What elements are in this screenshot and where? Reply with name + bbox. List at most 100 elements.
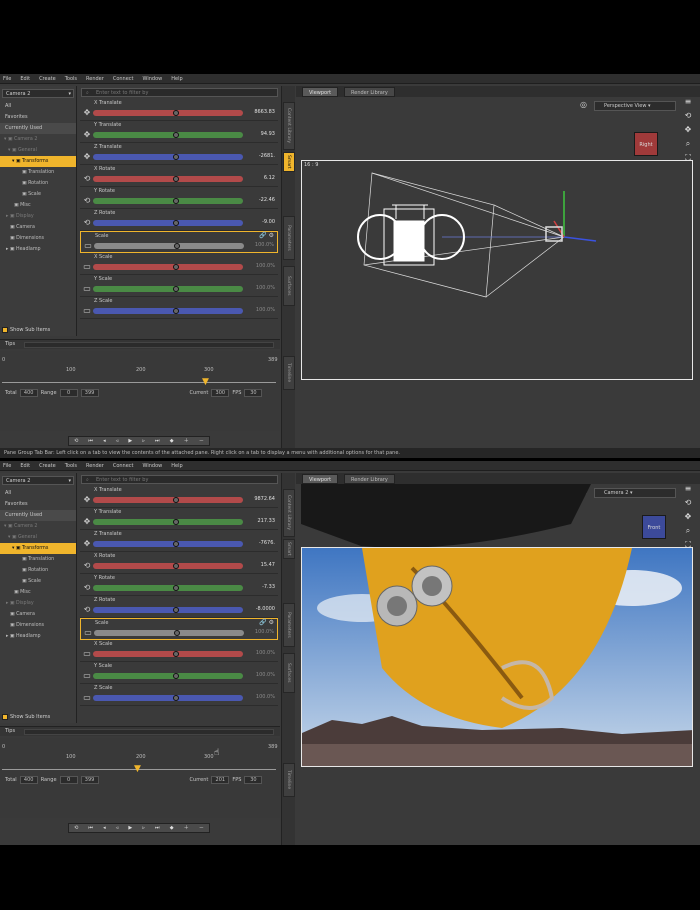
menu-file[interactable]: File [3, 461, 11, 470]
link-gear-icon[interactable]: 🔗 ⚙ [259, 232, 274, 239]
slider-knob[interactable] [173, 497, 179, 503]
menu-tools[interactable]: Tools [65, 461, 77, 470]
param-slider[interactable] [93, 286, 243, 292]
prev-frame-icon[interactable]: ◃ [116, 437, 119, 445]
zoom-icon[interactable]: ⌕ [676, 139, 700, 153]
tree-item-camera[interactable]: ▾ ▣ Camera 2 [0, 134, 76, 145]
param-value[interactable]: 9872.64 [254, 496, 275, 502]
tree-item-scale[interactable]: ▣ Scale [0, 576, 76, 587]
prev-key-icon[interactable]: ◂ [103, 824, 106, 832]
tree-item-display[interactable]: ▸ ▣ Display [0, 211, 76, 222]
param-value[interactable]: 100.0% [256, 307, 275, 313]
menu-icon[interactable]: ≡ [676, 97, 700, 111]
param-slider[interactable] [93, 220, 243, 226]
menu-edit[interactable]: Edit [20, 74, 30, 83]
slider-knob[interactable] [173, 519, 179, 525]
show-sub-items-checkbox[interactable]: Show Sub Items [2, 714, 50, 720]
range-end-field[interactable]: 399 [80, 776, 99, 784]
tree-item-headlamp[interactable]: ▸ ▣ Headlamp [0, 631, 76, 642]
tree-item-dimensions[interactable]: ▣ Dimensions [0, 620, 76, 631]
slider-knob[interactable] [173, 541, 179, 547]
param-row[interactable]: ▭ X Scale 100.0% [80, 253, 278, 275]
filter-input[interactable]: ⌕ Enter text to filter by [81, 88, 278, 97]
orbit-icon[interactable]: ⟲ [676, 498, 700, 512]
slider-knob[interactable] [174, 243, 180, 249]
menu-create[interactable]: Create [39, 461, 56, 470]
current-frame-field[interactable]: 201 [211, 776, 230, 784]
param-row[interactable]: ▭ Scale 100.0% 🔗 ⚙ [80, 231, 278, 253]
param-row[interactable]: ▭ X Scale 100.0% [80, 640, 278, 662]
prev-frame-icon[interactable]: ◃ [116, 824, 119, 832]
tree-item-misc[interactable]: ▣ Misc [0, 587, 76, 598]
slider-knob[interactable] [173, 264, 179, 270]
param-value[interactable]: 100.0% [255, 629, 274, 635]
param-value[interactable]: -22.46 [259, 197, 275, 203]
total-field[interactable]: 400 [19, 776, 38, 784]
list-favorites[interactable]: Favorites [0, 112, 76, 123]
tree-item-camera-group[interactable]: ▣ Camera [0, 609, 76, 620]
param-value[interactable]: 6.12 [264, 175, 275, 181]
link-gear-icon[interactable]: 🔗 ⚙ [259, 619, 274, 626]
list-all[interactable]: All [0, 488, 76, 499]
tab-parameters[interactable]: Parameters [283, 216, 295, 260]
tab-content-library[interactable]: Content Library [283, 102, 295, 150]
view-camera-select[interactable]: Camera 2 ▾ [594, 488, 676, 498]
tree-item-translation[interactable]: ▣ Translation [0, 167, 76, 178]
range-start-field[interactable]: 0 [59, 389, 78, 397]
param-value[interactable]: 15.47 [261, 562, 275, 568]
slider-knob[interactable] [173, 563, 179, 569]
tree-item-transforms[interactable]: ▾ ▣ Transforms [0, 156, 76, 167]
slider-knob[interactable] [173, 110, 179, 116]
view-cube[interactable]: Right [634, 132, 658, 156]
param-slider[interactable] [93, 308, 243, 314]
tree-item-rotation[interactable]: ▣ Rotation [0, 178, 76, 189]
loop-icon[interactable]: ⟲ [74, 437, 78, 445]
param-value[interactable]: 100.0% [256, 650, 275, 656]
orbit-icon[interactable]: ⟲ [676, 111, 700, 125]
playhead-marker[interactable]: ▼ [134, 764, 141, 774]
param-row[interactable]: ⟲ Z Rotate -8.0000 [80, 596, 278, 618]
list-currently-used[interactable]: Currently Used [0, 510, 76, 521]
param-row[interactable]: ✥ X Translate 9872.64 [80, 486, 278, 508]
menu-icon[interactable]: ≡ [676, 484, 700, 498]
param-row[interactable]: ⟲ Y Rotate -7.33 [80, 574, 278, 596]
param-slider[interactable] [93, 541, 243, 547]
tree-item-general[interactable]: ▾ ▣ General [0, 145, 76, 156]
view-camera-select[interactable]: Perspective View ▾ [594, 101, 676, 111]
slider-knob[interactable] [173, 695, 179, 701]
param-value[interactable]: -2681. [259, 153, 275, 159]
param-value[interactable]: 217.33 [258, 518, 276, 524]
slider-knob[interactable] [173, 132, 179, 138]
total-field[interactable]: 400 [19, 389, 38, 397]
tree-item-camera[interactable]: ▾ ▣ Camera 2 [0, 521, 76, 532]
tree-item-camera-group[interactable]: ▣ Camera [0, 222, 76, 233]
param-slider[interactable] [93, 497, 243, 503]
tab-smart[interactable]: Smart [283, 152, 295, 172]
slider-knob[interactable] [174, 630, 180, 636]
tab-timeline[interactable]: Timeline [283, 356, 295, 390]
param-slider[interactable] [93, 519, 243, 525]
param-value[interactable]: 100.0% [256, 672, 275, 678]
zoom-icon[interactable]: ⌕ [676, 526, 700, 540]
param-slider[interactable] [93, 110, 243, 116]
param-slider[interactable] [93, 563, 243, 569]
tab-viewport[interactable]: Viewport [302, 87, 339, 97]
slider-knob[interactable] [173, 607, 179, 613]
param-row[interactable]: ✥ X Translate 8663.83 [80, 99, 278, 121]
param-value[interactable]: -7676. [259, 540, 275, 546]
param-slider[interactable] [93, 607, 243, 613]
first-frame-icon[interactable]: ⏮ [88, 824, 93, 832]
pan-icon[interactable]: ✥ [676, 125, 700, 139]
list-all[interactable]: All [0, 101, 76, 112]
tab-content-library[interactable]: Content Library [283, 489, 295, 537]
tab-render-library[interactable]: Render Library [344, 474, 395, 484]
menu-render[interactable]: Render [86, 461, 104, 470]
param-row[interactable]: ✥ Y Translate 217.33 [80, 508, 278, 530]
next-frame-icon[interactable]: ▹ [142, 824, 145, 832]
tab-surfaces[interactable]: Surfaces [283, 653, 295, 693]
slider-knob[interactable] [173, 286, 179, 292]
param-row[interactable]: ✥ Y Translate 94.93 [80, 121, 278, 143]
tree-item-display[interactable]: ▸ ▣ Display [0, 598, 76, 609]
filter-input[interactable]: ⌕ Enter text to filter by [81, 475, 278, 484]
tree-item-misc[interactable]: ▣ Misc [0, 200, 76, 211]
